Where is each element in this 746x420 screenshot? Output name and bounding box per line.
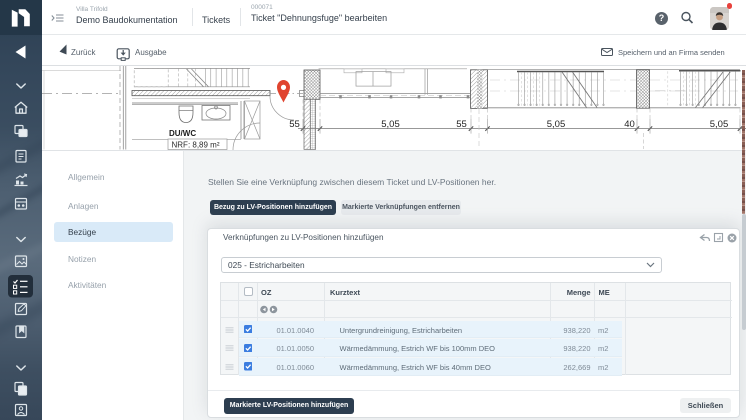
svg-text:5,05: 5,05 <box>381 119 400 130</box>
svg-text:DU/WC: DU/WC <box>169 129 196 138</box>
svg-text:NRF: 8,89 m²: NRF: 8,89 m² <box>172 141 220 150</box>
svg-text:55: 55 <box>289 119 300 130</box>
svg-text:5,05: 5,05 <box>710 119 729 130</box>
svg-text:40: 40 <box>624 119 635 130</box>
svg-text:55: 55 <box>456 119 467 130</box>
svg-text:5,05: 5,05 <box>547 119 566 130</box>
